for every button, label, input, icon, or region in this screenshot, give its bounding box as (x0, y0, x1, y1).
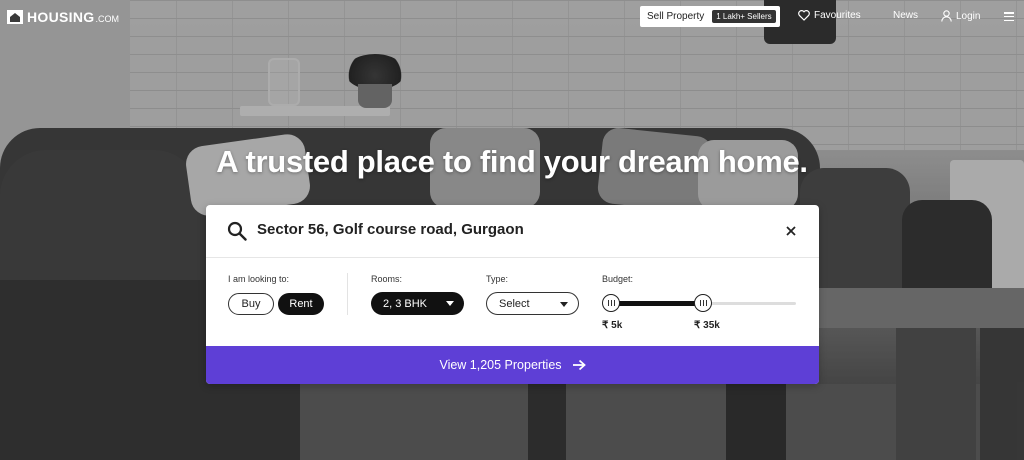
user-icon (941, 10, 952, 22)
favourites-label: Favourites (814, 10, 861, 21)
type-label: Type: (486, 274, 509, 284)
search-icon (227, 221, 247, 241)
news-label: News (893, 10, 919, 21)
rooms-dropdown[interactable]: 2, 3 BHK (371, 292, 464, 315)
caret-down-icon (446, 301, 454, 306)
sell-property-button[interactable]: Sell Property 1 Lakh+ Sellers (640, 6, 780, 27)
logo-suffix: .COM (95, 13, 119, 24)
budget-slider-range (609, 301, 704, 306)
hamburger-menu-icon[interactable] (1004, 12, 1014, 22)
rooms-label: Rooms: (371, 274, 403, 284)
favourites-link[interactable]: Favourites (798, 10, 861, 21)
budget-label: Budget: (602, 274, 634, 284)
budget-max-handle[interactable] (694, 294, 712, 312)
arrow-right-icon (572, 359, 586, 371)
site-logo[interactable]: HOUSING .COM (7, 9, 119, 25)
login-link[interactable]: Login (941, 10, 980, 22)
sellers-count-badge: 1 Lakh+ Sellers (712, 10, 776, 23)
hero-title: A trusted place to find your dream home. (216, 144, 808, 179)
type-dropdown[interactable]: Select (486, 292, 579, 315)
house-logo-icon (7, 10, 23, 24)
view-properties-button[interactable]: View 1,205 Properties (206, 346, 819, 384)
top-navbar: HOUSING .COM Sell Property 1 Lakh+ Selle… (0, 0, 1024, 34)
logo-text: HOUSING (27, 9, 95, 25)
view-properties-label: View 1,205 Properties (439, 358, 562, 372)
close-icon[interactable] (784, 224, 798, 238)
buy-toggle-button[interactable]: Buy (228, 293, 274, 315)
caret-down-icon (560, 302, 568, 307)
search-bar (206, 205, 819, 258)
budget-min-value: ₹ 5k (602, 320, 623, 331)
budget-min-handle[interactable] (602, 294, 620, 312)
news-link[interactable]: News (893, 10, 918, 21)
budget-max-value: ₹ 35k (694, 320, 720, 331)
heart-icon (798, 10, 810, 21)
type-selected-value: Select (499, 297, 530, 310)
search-input[interactable] (257, 221, 757, 238)
sell-property-label: Sell Property (647, 11, 705, 22)
looking-to-label: I am looking to: (228, 274, 290, 284)
rooms-selected-value: 2, 3 BHK (383, 297, 428, 310)
rent-toggle-button[interactable]: Rent (278, 293, 324, 315)
search-card: I am looking to: Buy Rent Rooms: 2, 3 BH… (206, 205, 819, 384)
filter-divider (347, 273, 348, 315)
login-label: Login (956, 10, 981, 22)
